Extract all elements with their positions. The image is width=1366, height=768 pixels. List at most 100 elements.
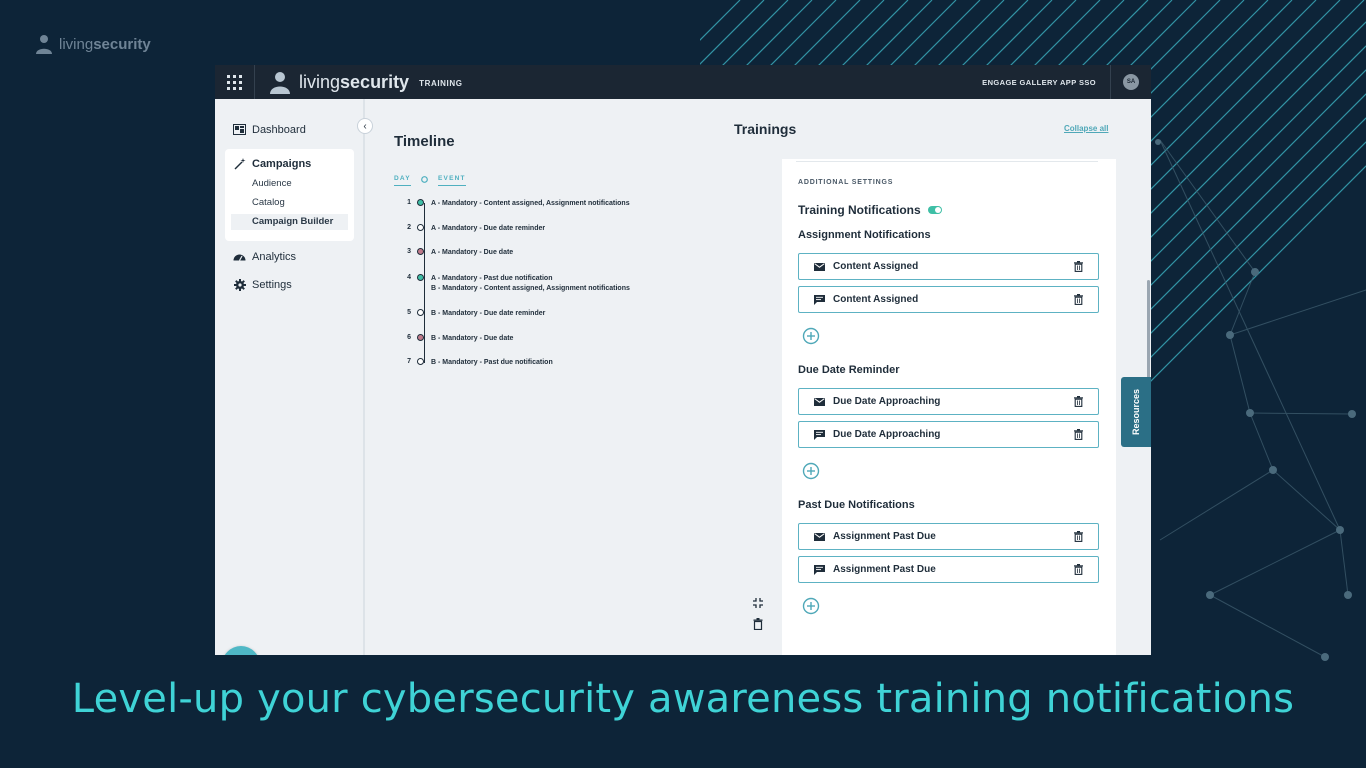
sidebar-item-analytics[interactable]: Analytics (233, 250, 296, 263)
corner-brand-bold: security (93, 35, 151, 53)
notification-item[interactable]: Due Date Approaching (798, 421, 1099, 448)
collapse-sidebar-button[interactable]: ‹ (357, 118, 373, 134)
timeline-event-text: A - Mandatory - Past due notification (431, 275, 553, 282)
email-icon (813, 261, 825, 273)
training-notifications-row: Training Notifications (798, 203, 942, 217)
gear-icon (233, 278, 246, 291)
notification-label: Content Assigned (833, 294, 919, 305)
sidebar-item-label: Settings (252, 278, 292, 291)
section-title: Assignment Notifications (798, 229, 931, 241)
panel-gutter (734, 159, 782, 655)
timeline-dot (417, 199, 424, 206)
logo-bold: security (340, 71, 410, 92)
message-icon (813, 294, 825, 306)
message-icon (813, 429, 825, 441)
collapse-arrows-icon[interactable] (751, 596, 764, 609)
notification-label: Assignment Past Due (833, 531, 936, 542)
app-launcher-button[interactable] (215, 65, 255, 99)
timeline-day: 3 (407, 248, 411, 255)
corner-brand-light: living (59, 35, 94, 53)
chat-button[interactable] (222, 646, 260, 655)
avatar[interactable]: SA (1123, 74, 1139, 90)
trash-icon[interactable] (1072, 531, 1084, 543)
top-bar: livingsecurity TRAINING ENGAGE GALLERY A… (215, 65, 1151, 99)
timeline-event: A - Mandatory - Content assigned, Assign… (431, 199, 630, 209)
trash-icon[interactable] (1072, 564, 1084, 576)
sidebar-item-dashboard[interactable]: Dashboard (233, 123, 306, 136)
notification-item[interactable]: Due Date Approaching (798, 388, 1099, 415)
collapse-all-link[interactable]: Collapse all (1064, 124, 1108, 133)
timeline-event: A - Mandatory - Due date (431, 248, 513, 258)
timeline-event-text: B - Mandatory - Past due notification (431, 359, 553, 366)
additional-settings-label: ADDITIONAL SETTINGS (798, 179, 894, 186)
trash-icon[interactable] (1072, 294, 1084, 306)
add-notification-button[interactable] (802, 462, 820, 480)
timeline-day: 7 (407, 358, 411, 365)
sidebar: Dashboard Campaigns Audience Catalog Cam… (215, 99, 365, 655)
add-notification-button[interactable] (802, 597, 820, 615)
training-notifications-label: Training Notifications (798, 203, 921, 217)
sidebar-subitem-audience[interactable]: Audience (252, 178, 292, 189)
plus-circle-icon (802, 597, 820, 619)
grid-icon (227, 74, 242, 90)
notification-label: Assignment Past Due (833, 564, 936, 575)
dashboard-icon (233, 123, 246, 136)
gauge-icon (233, 250, 246, 263)
sidebar-subitem-catalog[interactable]: Catalog (252, 197, 285, 208)
section-title: Due Date Reminder (798, 364, 900, 376)
timeline-col-event: EVENT (438, 175, 466, 186)
trash-icon[interactable] (1072, 261, 1084, 273)
trainings-title: Trainings (734, 121, 797, 137)
trash-icon[interactable] (751, 617, 764, 630)
divider (796, 161, 1098, 162)
section-title: Past Due Notifications (798, 499, 915, 511)
timeline-header-dot-icon (421, 176, 428, 183)
notification-label: Content Assigned (833, 261, 919, 272)
plus-circle-icon (802, 462, 820, 484)
timeline-dot (417, 309, 424, 316)
timeline-event: B - Mandatory - Due date (431, 334, 513, 344)
notification-label: Due Date Approaching (833, 396, 941, 407)
tagline: Level-up your cybersecurity awareness tr… (71, 676, 1295, 722)
app-window: livingsecurity TRAINING ENGAGE GALLERY A… (215, 65, 1151, 655)
email-icon (813, 396, 825, 408)
trash-icon[interactable] (1072, 429, 1084, 441)
sidebar-item-settings[interactable]: Settings (233, 278, 292, 291)
timeline-event-text: A - Mandatory - Due date (431, 249, 514, 256)
notification-item[interactable]: Assignment Past Due (798, 523, 1099, 550)
notification-item[interactable]: Assignment Past Due (798, 556, 1099, 583)
timeline-dot (417, 334, 424, 341)
trash-icon[interactable] (1072, 396, 1084, 408)
sso-label[interactable]: ENGAGE GALLERY APP SSO (982, 65, 1111, 99)
timeline-row: 2 A - Mandatory - Due date reminder (401, 224, 545, 234)
timeline-event-text: A - Mandatory - Content assigned, Assign… (431, 200, 630, 207)
timeline-dot (417, 274, 424, 281)
timeline-row: 1 A - Mandatory - Content assigned, Assig… (401, 199, 630, 209)
notification-item[interactable]: Content Assigned (798, 286, 1099, 313)
training-notifications-toggle[interactable] (927, 206, 942, 214)
timeline-day: 2 (407, 224, 411, 231)
magic-wand-icon (233, 157, 246, 170)
notification-item[interactable]: Content Assigned (798, 253, 1099, 280)
timeline-title: Timeline (394, 133, 455, 150)
sidebar-item-label: Analytics (252, 250, 297, 263)
timeline-event-text: B - Mandatory - Due date reminder (431, 310, 546, 317)
sidebar-subitem-campaign-builder[interactable]: Campaign Builder (231, 214, 348, 230)
timeline-event-text: B - Mandatory - Due date (431, 335, 514, 342)
sidebar-item-label: Dashboard (252, 123, 306, 136)
corner-brand-logo: livingsecurity (33, 33, 151, 55)
timeline-event: A - Mandatory - Due date reminder (431, 224, 545, 234)
app-logo[interactable]: livingsecurity TRAINING (267, 70, 463, 94)
plus-circle-icon (802, 327, 820, 349)
resources-tab[interactable]: Resources (1121, 377, 1151, 447)
timeline-event-text: B - Mandatory - Content assigned, Assign… (431, 284, 630, 292)
timeline-event-text: A - Mandatory - Due date reminder (431, 225, 546, 232)
timeline-row: 4 A - Mandatory - Past due notification B … (401, 274, 630, 293)
sidebar-item-campaigns[interactable]: Campaigns (233, 157, 311, 170)
message-icon (813, 564, 825, 576)
add-notification-button[interactable] (802, 327, 820, 345)
timeline-event: B - Mandatory - Due date reminder (431, 309, 545, 319)
resources-tab-label: Resources (1131, 388, 1141, 436)
timeline-day: 5 (407, 309, 411, 316)
timeline-row: 7 B - Mandatory - Past due notification (401, 358, 553, 368)
